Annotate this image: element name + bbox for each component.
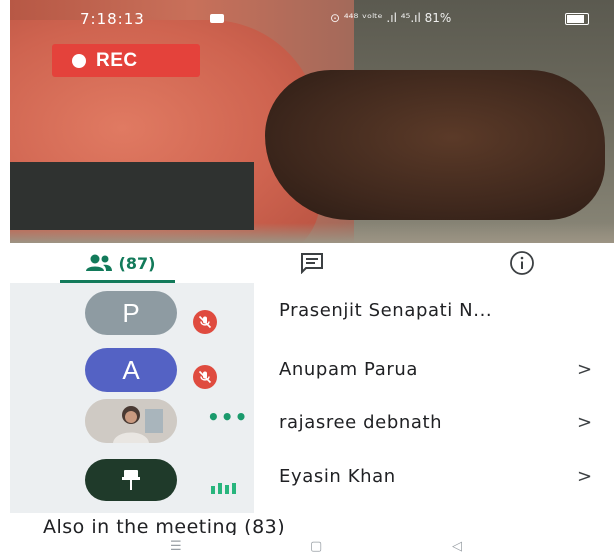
pinned-tile xyxy=(10,162,254,230)
system-nav-bar: ☰ ▢ ◁ xyxy=(0,536,614,558)
participant-name: Anupam Parua xyxy=(279,359,418,380)
home-nav-icon[interactable]: ▢ xyxy=(310,539,322,554)
status-time: 7:18:13 xyxy=(80,10,145,28)
video-face xyxy=(265,70,605,220)
tab-people[interactable]: (87) xyxy=(60,243,180,283)
avatar: P xyxy=(85,291,177,335)
people-icon xyxy=(85,254,112,271)
muted-mic-icon xyxy=(193,310,217,334)
battery-icon xyxy=(565,13,589,25)
menu-nav-icon[interactable]: ☰ xyxy=(170,539,182,554)
recording-label: REC xyxy=(96,49,138,71)
avatar-initial: P xyxy=(122,297,140,328)
more-options-icon[interactable]: ••• xyxy=(207,405,248,429)
muted-mic-icon xyxy=(193,365,217,389)
chevron-right-icon[interactable]: > xyxy=(577,466,592,487)
status-bar: 7:18:13 ⊙ ⁴⁴⁸ ᵛᵒˡᵗᵉ .ıl ⁴⁵.ıl 81% xyxy=(10,0,614,36)
info-icon xyxy=(510,251,534,275)
status-indicators: ⊙ ⁴⁴⁸ ᵛᵒˡᵗᵉ .ıl ⁴⁵.ıl 81% xyxy=(330,11,452,25)
people-count: (87) xyxy=(118,253,156,273)
participant-name: rajasree debnath xyxy=(279,412,443,433)
avatar-initial: A xyxy=(122,354,140,385)
chat-icon xyxy=(301,253,323,274)
participant-name: Prasenjit Senapati N... xyxy=(279,300,493,321)
participant-row[interactable]: ••• rajasree debnath > xyxy=(0,391,614,448)
section-title: Also in the meeting (83) xyxy=(43,516,286,535)
record-dot-icon xyxy=(72,53,86,68)
participant-row[interactable]: A Anupam Parua > xyxy=(0,340,614,397)
camera-status-icon xyxy=(210,14,224,23)
participant-name: Eyasin Khan xyxy=(279,466,396,487)
pin-icon xyxy=(122,470,140,490)
avatar: A xyxy=(85,348,177,392)
pin-button[interactable] xyxy=(85,459,177,501)
participant-row[interactable]: P Prasenjit Senapati N... xyxy=(0,283,614,340)
back-nav-icon[interactable]: ◁ xyxy=(452,539,462,554)
avatar-photo xyxy=(85,399,177,443)
tab-bar: (87) xyxy=(0,243,614,283)
audio-level-icon xyxy=(211,483,236,494)
chevron-right-icon[interactable]: > xyxy=(577,412,592,433)
tab-chat[interactable] xyxy=(290,243,334,283)
chevron-right-icon[interactable]: > xyxy=(577,359,592,380)
recording-badge: REC xyxy=(52,44,200,77)
tab-info[interactable] xyxy=(500,243,544,283)
